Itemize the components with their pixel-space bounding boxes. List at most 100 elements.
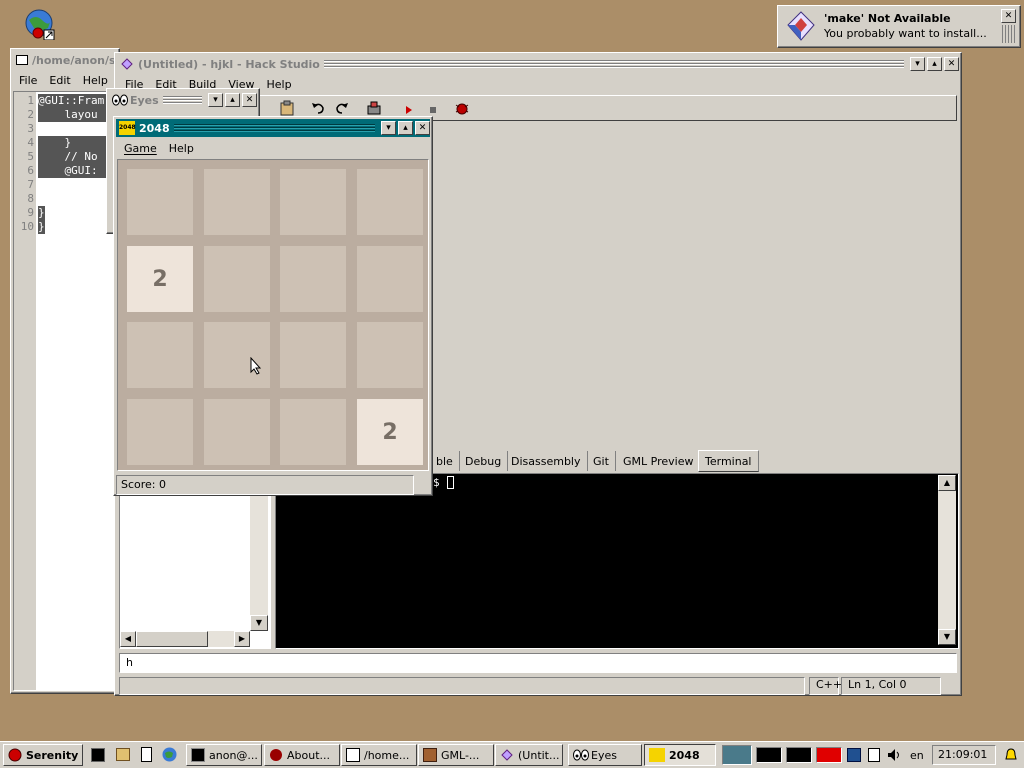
build-icon[interactable] [366, 100, 382, 116]
hs-locator-value: h [126, 656, 133, 669]
tile: 2 [357, 399, 423, 465]
start-button[interactable]: Serenity [3, 744, 83, 766]
scroll-down-button[interactable]: ▼ [250, 615, 268, 631]
network-icon[interactable] [847, 748, 861, 762]
text-editor-icon [16, 55, 28, 65]
clock[interactable]: 21:09:01 [932, 745, 996, 765]
maximize-button[interactable]: ▴ [225, 93, 240, 107]
editor-titlebar[interactable]: /home/anon/s [13, 51, 117, 69]
tile [127, 322, 193, 388]
notification-center-icon[interactable] [1003, 747, 1019, 763]
close-button[interactable]: ✕ [1001, 9, 1016, 23]
tab-terminal[interactable]: Terminal [698, 450, 759, 472]
memory-graph-applet[interactable] [786, 747, 812, 763]
hack-studio-icon [500, 748, 514, 762]
taskbar-button[interactable]: Eyes [568, 744, 642, 766]
taskbar-button[interactable]: About... [264, 744, 340, 766]
line-number: 7 [27, 178, 34, 191]
terminal-pane[interactable] [275, 473, 959, 649]
tab-console[interactable]: ble [430, 451, 460, 471]
code-line: } [38, 220, 45, 234]
taskbar-button[interactable]: GML-... [418, 744, 494, 766]
taskbar-button[interactable]: /home... [341, 744, 417, 766]
quicklaunch-terminal-icon[interactable] [91, 748, 105, 762]
game-2048-title: 2048 [139, 121, 170, 135]
tile [280, 246, 346, 312]
notification-popup[interactable]: 'make' Not Available You probably want t… [777, 5, 1021, 48]
menu-help[interactable]: Help [163, 142, 200, 155]
line-number: 8 [27, 192, 34, 205]
tab-gml-preview[interactable]: GML Preview [617, 451, 701, 471]
menu-game[interactable]: Game [118, 142, 163, 155]
tab-git[interactable]: Git [587, 451, 616, 471]
serenity-icon [269, 748, 283, 762]
scroll-right-button[interactable]: ▶ [234, 631, 250, 647]
editor-menu-help[interactable]: Help [77, 74, 114, 87]
editor-menu-edit[interactable]: Edit [43, 74, 76, 87]
editor-menu-file[interactable]: File [13, 74, 43, 87]
tab-disassembly[interactable]: Disassembly [505, 451, 588, 471]
game-2048-titlebar[interactable]: 2048 2048 ▾ ▴ ✕ [116, 119, 430, 137]
score-bar: Score: 0 [116, 475, 414, 495]
game-2048-icon [649, 748, 665, 762]
close-button[interactable]: ✕ [944, 57, 959, 71]
status-position: Ln 1, Col 0 [848, 678, 907, 691]
scroll-up-button[interactable]: ▲ [938, 475, 956, 491]
paste-icon[interactable] [280, 100, 294, 116]
quicklaunch-browser-icon[interactable] [162, 747, 177, 762]
scroll-thumb[interactable] [136, 631, 208, 647]
keymap-indicator[interactable]: en [910, 749, 924, 762]
tab-git-label: Git [593, 454, 609, 468]
taskbar-button[interactable]: 2048 [644, 744, 716, 766]
notification-message: You probably want to install... [824, 27, 987, 40]
maximize-button[interactable]: ▴ [927, 57, 942, 71]
tab-gml-preview-label: GML Preview [623, 454, 694, 468]
tab-disassembly-label: Disassembly [511, 454, 581, 468]
maximize-button[interactable]: ▴ [398, 121, 413, 135]
minimize-button[interactable]: ▾ [208, 93, 223, 107]
hs-project-tree[interactable] [119, 473, 271, 649]
terminal-icon [191, 748, 205, 762]
tile: 2 [127, 246, 193, 312]
quicklaunch-text-editor-icon[interactable] [141, 747, 152, 762]
volume-icon[interactable] [886, 747, 902, 763]
hs-menu-help[interactable]: Help [260, 78, 297, 91]
taskbar-button[interactable]: anon@... [186, 744, 262, 766]
cpu-graph-applet[interactable] [756, 747, 782, 763]
hack-studio-titlebar[interactable]: (Untitled) - hjkl - Hack Studio ▾ ▴ ✕ [117, 55, 959, 73]
undo-icon[interactable] [310, 100, 326, 116]
hs-locator-input[interactable]: h [119, 653, 957, 673]
globe-icon[interactable] [24, 8, 56, 41]
debug-icon[interactable] [454, 100, 470, 116]
tab-debug[interactable]: Debug [459, 451, 509, 471]
minimize-button[interactable]: ▾ [910, 57, 925, 71]
clipboard-icon[interactable] [868, 748, 880, 762]
tile [280, 322, 346, 388]
close-button[interactable]: ✕ [415, 121, 430, 135]
quicklaunch-file-manager-icon[interactable] [116, 748, 130, 761]
scroll-left-button[interactable]: ◀ [120, 631, 136, 647]
workspace-switcher[interactable] [722, 745, 752, 765]
minimize-button[interactable]: ▾ [381, 121, 396, 135]
close-button[interactable]: ✕ [242, 93, 257, 107]
stop-icon[interactable] [428, 104, 438, 116]
notification-title: 'make' Not Available [824, 12, 951, 25]
taskbar-button[interactable]: (Untit... [495, 744, 563, 766]
line-number: 6 [27, 164, 34, 177]
scroll-down-button[interactable]: ▼ [938, 629, 956, 645]
tree-h-scrollbar[interactable]: ◀ ▶ [120, 631, 250, 647]
editor-title: /home/anon/s [32, 53, 116, 67]
tile [127, 399, 193, 465]
run-icon[interactable] [404, 104, 414, 116]
eyes-titlebar[interactable]: Eyes ▾ ▴ ✕ [109, 91, 257, 109]
hack-studio-title: (Untitled) - hjkl - Hack Studio [138, 57, 320, 71]
network-graph-applet[interactable] [816, 747, 842, 763]
tile [204, 399, 270, 465]
redo-icon[interactable] [334, 100, 350, 116]
terminal-scrollbar[interactable]: ▲ ▼ [938, 475, 956, 645]
hs-statusbar: C++ Ln 1, Col 0 [119, 677, 957, 695]
tree-v-scrollbar[interactable]: ▼ [250, 475, 268, 631]
hack-studio-icon [120, 57, 134, 71]
status-language: C++ [816, 678, 843, 691]
eyes-title: Eyes [130, 93, 159, 107]
